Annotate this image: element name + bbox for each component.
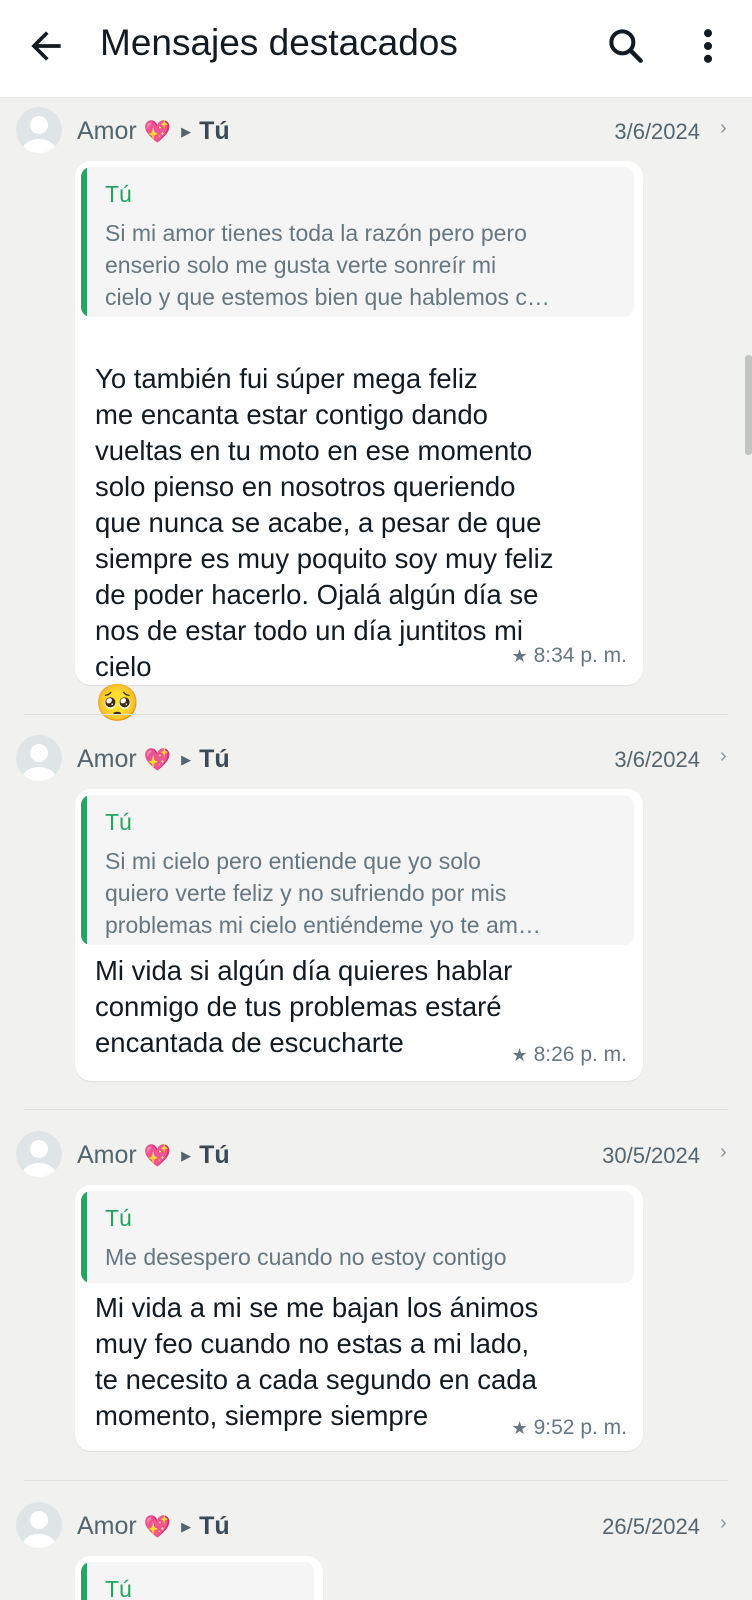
- search-icon: [609, 29, 643, 63]
- star-icon: ★: [511, 1045, 528, 1065]
- chevron-right-icon[interactable]: ›: [720, 745, 727, 768]
- divider: [24, 1480, 728, 1481]
- message-bubble[interactable]: Tú Me desespero cuando no estoy contigo …: [75, 1185, 643, 1451]
- quoted-message[interactable]: Tú Me desespero cuando no estoy contigo: [81, 1191, 634, 1283]
- default-avatar-icon: [22, 744, 56, 781]
- sender-line: Amor 💖 ▶ Tú: [77, 1512, 230, 1541]
- recipient-name: Tú: [199, 117, 230, 145]
- avatar[interactable]: [16, 1502, 62, 1548]
- message-time: 8:26 p. m.: [533, 1043, 627, 1066]
- star-icon: ★: [511, 646, 528, 666]
- recipient-name: Tú: [199, 745, 230, 773]
- star-icon: ★: [511, 1418, 528, 1438]
- quote-accent-bar: [81, 167, 87, 317]
- message-date: 3/6/2024: [614, 747, 700, 772]
- quote-text: Si mi amor tienes toda la razón pero per…: [105, 220, 550, 310]
- message-time: 9:52 p. m.: [533, 1416, 627, 1439]
- arrow-back-icon: [31, 31, 61, 61]
- quote-author: Tú: [105, 1576, 132, 1600]
- sender-name: Amor: [77, 745, 137, 773]
- quoted-message[interactable]: Tú: [81, 1562, 314, 1600]
- message-bubble[interactable]: Tú Si mi cielo pero entiende que yo solo…: [75, 789, 643, 1081]
- message-date: 3/6/2024: [614, 119, 700, 144]
- sender-name: Amor: [77, 1512, 137, 1540]
- sender-name: Amor: [77, 1141, 137, 1169]
- arrow-right-icon: ▶: [181, 1519, 192, 1535]
- quote-accent-bar: [81, 1191, 87, 1283]
- quote-text: Me desespero cuando no estoy contigo: [105, 1244, 507, 1270]
- avatar[interactable]: [16, 735, 62, 781]
- starred-message-item[interactable]: Amor 💖 ▶ Tú 26/5/2024 › Tú: [0, 1493, 752, 1600]
- more-vertical-icon: [703, 29, 713, 63]
- avatar[interactable]: [16, 1131, 62, 1177]
- quote-accent-bar: [81, 795, 87, 945]
- message-text: Yo también fui súper mega feliz me encan…: [95, 325, 554, 724]
- chevron-right-icon[interactable]: ›: [720, 117, 727, 140]
- starred-message-item[interactable]: Amor 💖 ▶ Tú 30/5/2024 › Tú Me desespero cu…: [0, 1122, 752, 1482]
- quoted-message[interactable]: Tú Si mi cielo pero entiende que yo solo…: [81, 795, 634, 945]
- arrow-right-icon: ▶: [181, 1148, 192, 1164]
- heart-emoji: 💖: [143, 119, 172, 144]
- default-avatar-icon: [22, 1140, 56, 1177]
- starred-message-item[interactable]: Amor 💖 ▶ Tú 3/6/2024 › Tú Si mi cielo pero…: [0, 726, 752, 1110]
- message-bubble[interactable]: Tú Si mi amor tienes toda la razón pero …: [75, 161, 643, 721]
- more-options-button[interactable]: [690, 24, 726, 68]
- recipient-name: Tú: [199, 1512, 230, 1540]
- heart-emoji: 💖: [143, 747, 172, 772]
- message-body: Yo también fui súper mega feliz me encan…: [95, 363, 554, 682]
- sender-name: Amor: [77, 117, 137, 145]
- heart-emoji: 💖: [143, 1143, 172, 1168]
- message-meta: ★ 8:26 p. m.: [511, 1043, 627, 1067]
- recipient-name: Tú: [199, 1141, 230, 1169]
- page-title: Mensajes destacados: [100, 22, 458, 63]
- sender-line: Amor 💖 ▶ Tú: [77, 117, 230, 146]
- message-text: Mi vida a mi se me bajan los ánimos muy …: [95, 1292, 539, 1431]
- sender-line: Amor 💖 ▶ Tú: [77, 1141, 230, 1170]
- quote-accent-bar: [81, 1562, 87, 1600]
- message-meta: ★ 9:52 p. m.: [511, 1416, 627, 1440]
- back-button[interactable]: [24, 24, 68, 68]
- message-date: 30/5/2024: [602, 1143, 700, 1168]
- default-avatar-icon: [22, 1511, 56, 1548]
- search-button[interactable]: [604, 24, 648, 68]
- starred-message-item[interactable]: Amor 💖 ▶ Tú 3/6/2024 › Tú Si mi amor tiene…: [0, 97, 752, 721]
- app-bar: Mensajes destacados: [0, 0, 752, 98]
- arrow-right-icon: ▶: [181, 124, 192, 140]
- message-date: 26/5/2024: [602, 1514, 700, 1539]
- quote-author: Tú: [105, 1205, 132, 1231]
- message-bubble[interactable]: Tú: [75, 1556, 323, 1600]
- avatar[interactable]: [16, 107, 62, 153]
- quoted-message[interactable]: Tú Si mi amor tienes toda la razón pero …: [81, 167, 634, 317]
- chevron-right-icon[interactable]: ›: [720, 1512, 727, 1535]
- default-avatar-icon: [22, 116, 56, 153]
- arrow-right-icon: ▶: [181, 752, 192, 768]
- quote-author: Tú: [105, 809, 132, 835]
- quote-text: Si mi cielo pero entiende que yo solo qu…: [105, 848, 541, 938]
- chevron-right-icon[interactable]: ›: [720, 1141, 727, 1164]
- heart-emoji: 💖: [143, 1514, 172, 1539]
- sender-line: Amor 💖 ▶ Tú: [77, 745, 230, 774]
- divider: [24, 714, 728, 715]
- message-meta: ★ 8:34 p. m.: [511, 644, 627, 668]
- pleading-face-emoji: 🥺: [95, 682, 140, 723]
- quote-author: Tú: [105, 181, 132, 207]
- divider: [24, 1109, 728, 1110]
- message-time: 8:34 p. m.: [533, 644, 627, 667]
- message-text: Mi vida si algún día quieres hablar conm…: [95, 955, 513, 1058]
